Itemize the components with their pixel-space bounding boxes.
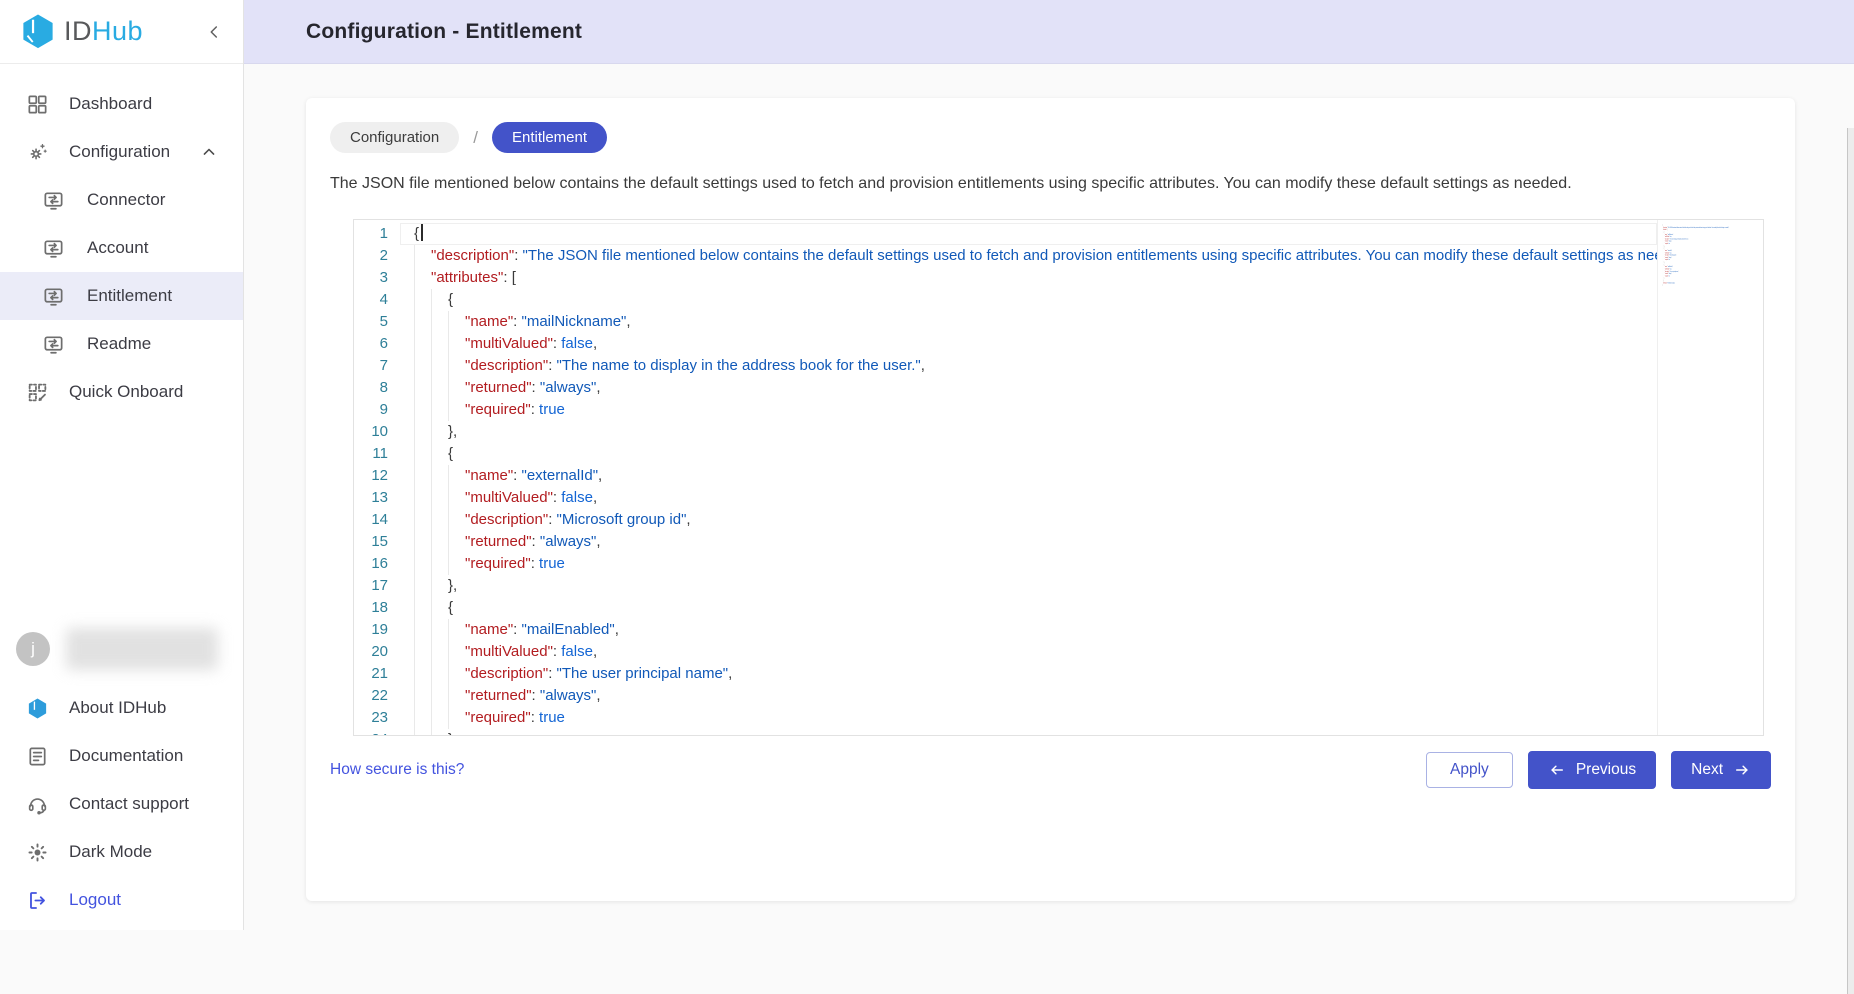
sidebar-item-account[interactable]: Account: [0, 224, 243, 272]
connector-icon: [42, 189, 65, 212]
line-number: 8: [354, 377, 400, 399]
intro-text: The JSON file mentioned below contains t…: [330, 175, 1771, 193]
sidebar-nav: DashboardConfigurationConnectorAccountEn…: [0, 64, 243, 416]
line-number: 9: [354, 399, 400, 421]
minimap[interactable]: {"description": "The JSON file mentioned…: [1657, 220, 1763, 735]
sidebar-item-readme[interactable]: Readme: [0, 320, 243, 368]
page-title: Configuration - Entitlement: [306, 20, 582, 44]
line-number: 17: [354, 575, 400, 597]
page-content: Configuration / Entitlement The JSON fil…: [244, 64, 1854, 930]
line-number: 14: [354, 509, 400, 531]
code-area[interactable]: {"description": "The JSON file mentioned…: [400, 220, 1657, 735]
action-buttons: Apply Previous Next: [1426, 751, 1771, 789]
json-editor: 123456789101112131415161718192021222324 …: [353, 219, 1764, 736]
sidebar-bottom: j About IDHubDocumentationContact suppor…: [0, 628, 243, 924]
sidebar-footer-nav: About IDHubDocumentationContact supportD…: [0, 684, 243, 924]
connector-icon: [42, 285, 65, 308]
headset-icon: [26, 793, 49, 816]
line-number: 16: [354, 553, 400, 575]
breadcrumb: Configuration / Entitlement: [330, 122, 1771, 153]
breadcrumb-separator: /: [473, 128, 478, 148]
arrow-left-icon: [1548, 761, 1566, 779]
line-number: 10: [354, 421, 400, 443]
line-number: 19: [354, 619, 400, 641]
sidebar-item-connector[interactable]: Connector: [0, 176, 243, 224]
line-number: 4: [354, 289, 400, 311]
sidebar-item-dashboard[interactable]: Dashboard: [0, 80, 243, 128]
how-secure-link[interactable]: How secure is this?: [330, 761, 464, 779]
entitlement-card: Configuration / Entitlement The JSON fil…: [306, 98, 1795, 901]
line-number: 7: [354, 355, 400, 377]
line-number: 1: [354, 223, 400, 245]
sidebar-item-entitlement[interactable]: Entitlement: [0, 272, 243, 320]
previous-button[interactable]: Previous: [1528, 751, 1656, 789]
breadcrumb-configuration-chip[interactable]: Configuration: [330, 122, 459, 153]
sidebar-item-about-idhub[interactable]: About IDHub: [0, 684, 243, 732]
line-number: 20: [354, 641, 400, 663]
minimap-content: {"description": "The JSON file mentioned…: [1662, 224, 1763, 286]
text-cursor: [421, 224, 423, 241]
sidebar-item-configuration[interactable]: Configuration: [0, 128, 243, 176]
line-number: 12: [354, 465, 400, 487]
line-number: 24: [354, 729, 400, 736]
sidebar-item-quick-onboard[interactable]: Quick Onboard: [0, 368, 243, 416]
top-header: Configuration - Entitlement: [244, 0, 1854, 64]
line-number: 5: [354, 311, 400, 333]
gear-sparkle-icon: [26, 141, 49, 164]
line-number: 2: [354, 245, 400, 267]
hexagon-icon: [26, 697, 49, 720]
sidebar-item-dark-mode[interactable]: Dark Mode: [0, 828, 243, 876]
line-number: 15: [354, 531, 400, 553]
line-number: 3: [354, 267, 400, 289]
connector-icon: [42, 237, 65, 260]
user-profile[interactable]: j: [0, 628, 243, 684]
next-button[interactable]: Next: [1671, 751, 1771, 789]
line-number-gutter: 123456789101112131415161718192021222324: [354, 220, 400, 735]
line-number: 21: [354, 663, 400, 685]
arrow-right-icon: [1733, 761, 1751, 779]
user-name-redacted: [66, 628, 218, 670]
chevron-up-icon[interactable]: [199, 142, 219, 162]
line-number: 22: [354, 685, 400, 707]
idhub-logo-icon: [20, 13, 56, 51]
sidebar-item-contact-support[interactable]: Contact support: [0, 780, 243, 828]
dashboard-icon: [26, 93, 49, 116]
breadcrumb-entitlement-chip[interactable]: Entitlement: [492, 122, 607, 153]
sidebar-item-logout[interactable]: Logout: [0, 876, 243, 924]
apply-button[interactable]: Apply: [1426, 752, 1513, 788]
line-number: 6: [354, 333, 400, 355]
sidebar: IDHub DashboardConfigurationConnectorAcc…: [0, 0, 244, 930]
line-number: 18: [354, 597, 400, 619]
page-scrollbar[interactable]: [1847, 128, 1854, 994]
card-footer: How secure is this? Apply Previous Next: [330, 751, 1771, 789]
quick-onboard-icon: [26, 381, 49, 404]
logo-row: IDHub: [0, 0, 243, 64]
logout-icon: [26, 889, 49, 912]
avatar: j: [16, 632, 50, 666]
sidebar-item-documentation[interactable]: Documentation: [0, 732, 243, 780]
document-icon: [26, 745, 49, 768]
brand-name: IDHub: [64, 16, 143, 47]
line-number: 11: [354, 443, 400, 465]
chevron-left-icon: [203, 21, 225, 43]
main-area: Configuration - Entitlement Configuratio…: [244, 0, 1854, 930]
line-number: 13: [354, 487, 400, 509]
connector-icon: [42, 333, 65, 356]
sidebar-collapse-button[interactable]: [203, 21, 225, 43]
brightness-icon: [26, 841, 49, 864]
line-number: 23: [354, 707, 400, 729]
